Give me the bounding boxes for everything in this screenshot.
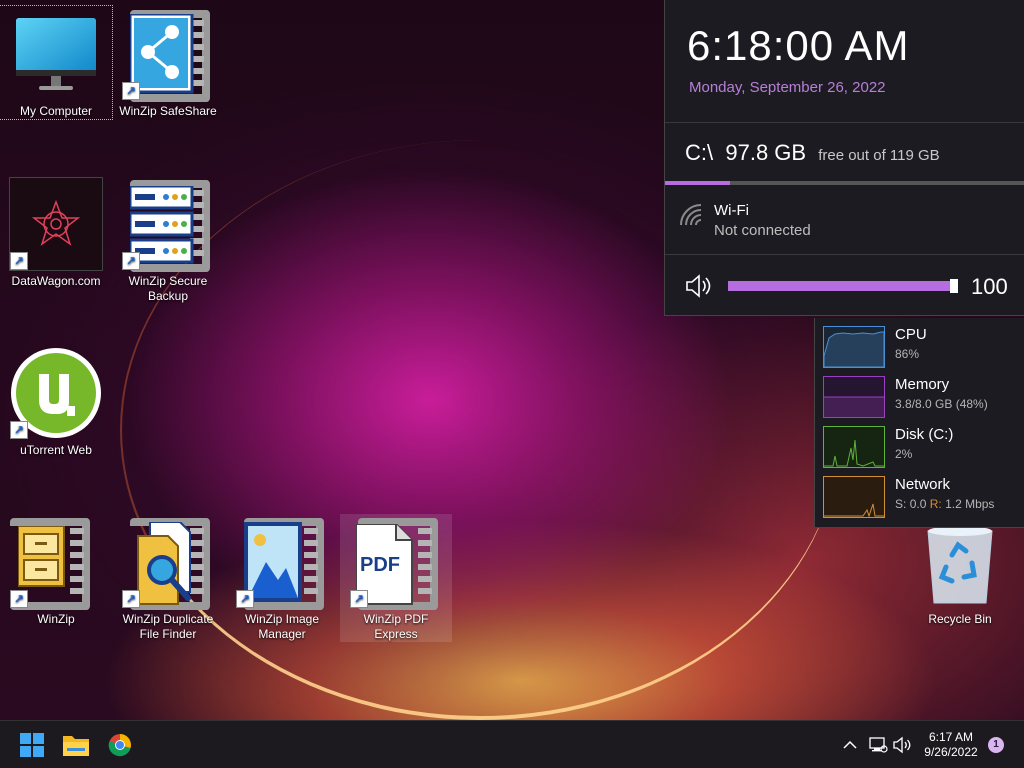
pdf-label: PDF — [360, 554, 400, 576]
shortcut-arrow-icon: ↗ — [236, 590, 254, 608]
chrome-button[interactable] — [104, 729, 136, 761]
winzip-safeshare-icon: ↗ — [120, 6, 216, 102]
monitor-icon — [8, 6, 104, 102]
network-icon[interactable] — [868, 735, 888, 755]
desktop-icon-my-computer[interactable]: My Computer — [0, 5, 113, 120]
network-label: Network — [895, 476, 951, 493]
file-explorer-button[interactable] — [60, 729, 92, 761]
cpu-value: 86% — [895, 347, 920, 361]
drive-usage: C:\ 97.8 GB free out of 119 GB — [685, 140, 940, 166]
desktop-icon-winzip-pdf-express[interactable]: PDF ↗ WinZip PDF Express — [340, 514, 452, 642]
volume-knob[interactable] — [950, 279, 958, 293]
system-widget-panel: 6:18:00 AM Monday, September 26, 2022 C:… — [664, 0, 1024, 316]
desktop-icon-winzip[interactable]: ↗ WinZip — [0, 514, 112, 627]
network-graph — [823, 476, 885, 518]
folder-icon — [63, 736, 89, 756]
desktop-icon-winzip-image-manager[interactable]: ↗ WinZip Image Manager — [226, 514, 338, 642]
shortcut-arrow-icon: ↗ — [122, 82, 140, 100]
desktop-icon-datawagon[interactable]: ↗ DataWagon.com — [0, 176, 112, 289]
start-button[interactable] — [16, 729, 48, 761]
volume-value: 100 — [971, 274, 1008, 299]
windows-logo-icon — [20, 733, 44, 757]
memory-graph — [823, 376, 885, 418]
datawagon-icon: ↗ — [8, 176, 104, 272]
perf-row-disk[interactable]: Disk (C:) 2% — [823, 426, 1023, 470]
drive-free: 97.8 GB — [725, 140, 807, 165]
taskbar-time: 6:17 AM — [928, 730, 974, 744]
memory-label: Memory — [895, 376, 950, 393]
wifi-icon[interactable] — [679, 203, 705, 229]
network-send-label: S: — [895, 497, 907, 511]
divider — [665, 122, 1024, 123]
wifi-status: Not connected — [714, 222, 811, 239]
shortcut-arrow-icon: ↗ — [122, 590, 140, 608]
winzip-icon: ↗ — [8, 514, 104, 610]
perf-row-cpu[interactable]: CPU 86% — [823, 326, 1023, 370]
cpu-label: CPU — [895, 326, 927, 343]
taskbar: 6:17 AM 9/26/2022 1 — [0, 720, 1024, 768]
chevron-up-icon[interactable] — [840, 735, 860, 755]
shortcut-arrow-icon: ↗ — [10, 590, 28, 608]
drive-usage-fill — [665, 181, 730, 185]
disk-graph — [823, 426, 885, 468]
memory-value: 3.8/8.0 GB (48%) — [895, 397, 988, 411]
widget-clock: 6:18:00 AM — [687, 22, 910, 69]
speaker-icon[interactable] — [685, 274, 713, 298]
desktop-icon-winzip-duplicate-file-finder[interactable]: ↗ WinZip Duplicate File Finder — [112, 514, 224, 642]
network-recv-label: R: — [929, 497, 942, 511]
drive-label: C:\ — [685, 140, 714, 165]
desktop-icon-recycle-bin[interactable]: Recycle Bin — [904, 514, 1016, 627]
network-value: S: 0.0 R: 1.2 Mbps — [895, 497, 994, 511]
winzip-duplicate-finder-icon: ↗ — [120, 514, 216, 610]
winzip-image-manager-icon: ↗ — [234, 514, 330, 610]
perf-row-memory[interactable]: Memory 3.8/8.0 GB (48%) — [823, 376, 1023, 420]
network-send-value: 0.0 — [909, 497, 927, 511]
cpu-graph — [823, 326, 885, 368]
drive-detail: free out of 119 GB — [818, 147, 940, 164]
utorrent-icon: ↗ — [8, 345, 104, 441]
volume-icon[interactable] — [892, 735, 912, 755]
shortcut-arrow-icon: ↗ — [10, 252, 28, 270]
taskbar-date: 9/26/2022 — [924, 745, 978, 759]
shortcut-arrow-icon: ↗ — [10, 421, 28, 439]
network-recv-value: 1.2 Mbps — [945, 497, 995, 511]
volume-slider[interactable] — [728, 279, 958, 293]
performance-panel: CPU 86% Memory 3.8/8.0 GB (48%) Disk (C:… — [814, 318, 1024, 528]
shortcut-arrow-icon: ↗ — [122, 252, 140, 270]
taskbar-clock[interactable]: 6:17 AM 9/26/2022 — [912, 730, 990, 760]
drive-usage-bar — [665, 181, 1024, 185]
winzip-pdf-express-icon: PDF ↗ — [348, 514, 444, 610]
disk-label: Disk (C:) — [895, 426, 954, 443]
desktop-icon-utorrent-web[interactable]: ↗ uTorrent Web — [0, 345, 112, 458]
divider — [665, 254, 1024, 255]
winzip-secure-backup-icon: ↗ — [120, 176, 216, 272]
desktop-icon-winzip-secure-backup[interactable]: ↗ WinZip Secure Backup — [112, 176, 224, 304]
wifi-title: Wi-Fi — [714, 202, 749, 219]
volume-fill — [728, 281, 958, 291]
notification-badge[interactable]: 1 — [988, 737, 1004, 753]
disk-value: 2% — [895, 447, 913, 461]
recycle-bin-icon — [912, 514, 1008, 610]
chrome-icon — [108, 734, 131, 757]
widget-date: Monday, September 26, 2022 — [689, 79, 886, 96]
perf-row-network[interactable]: Network S: 0.0 R: 1.2 Mbps — [823, 476, 1023, 520]
shortcut-arrow-icon: ↗ — [350, 590, 368, 608]
desktop-icon-winzip-safeshare[interactable]: ↗ WinZip SafeShare — [112, 6, 224, 119]
